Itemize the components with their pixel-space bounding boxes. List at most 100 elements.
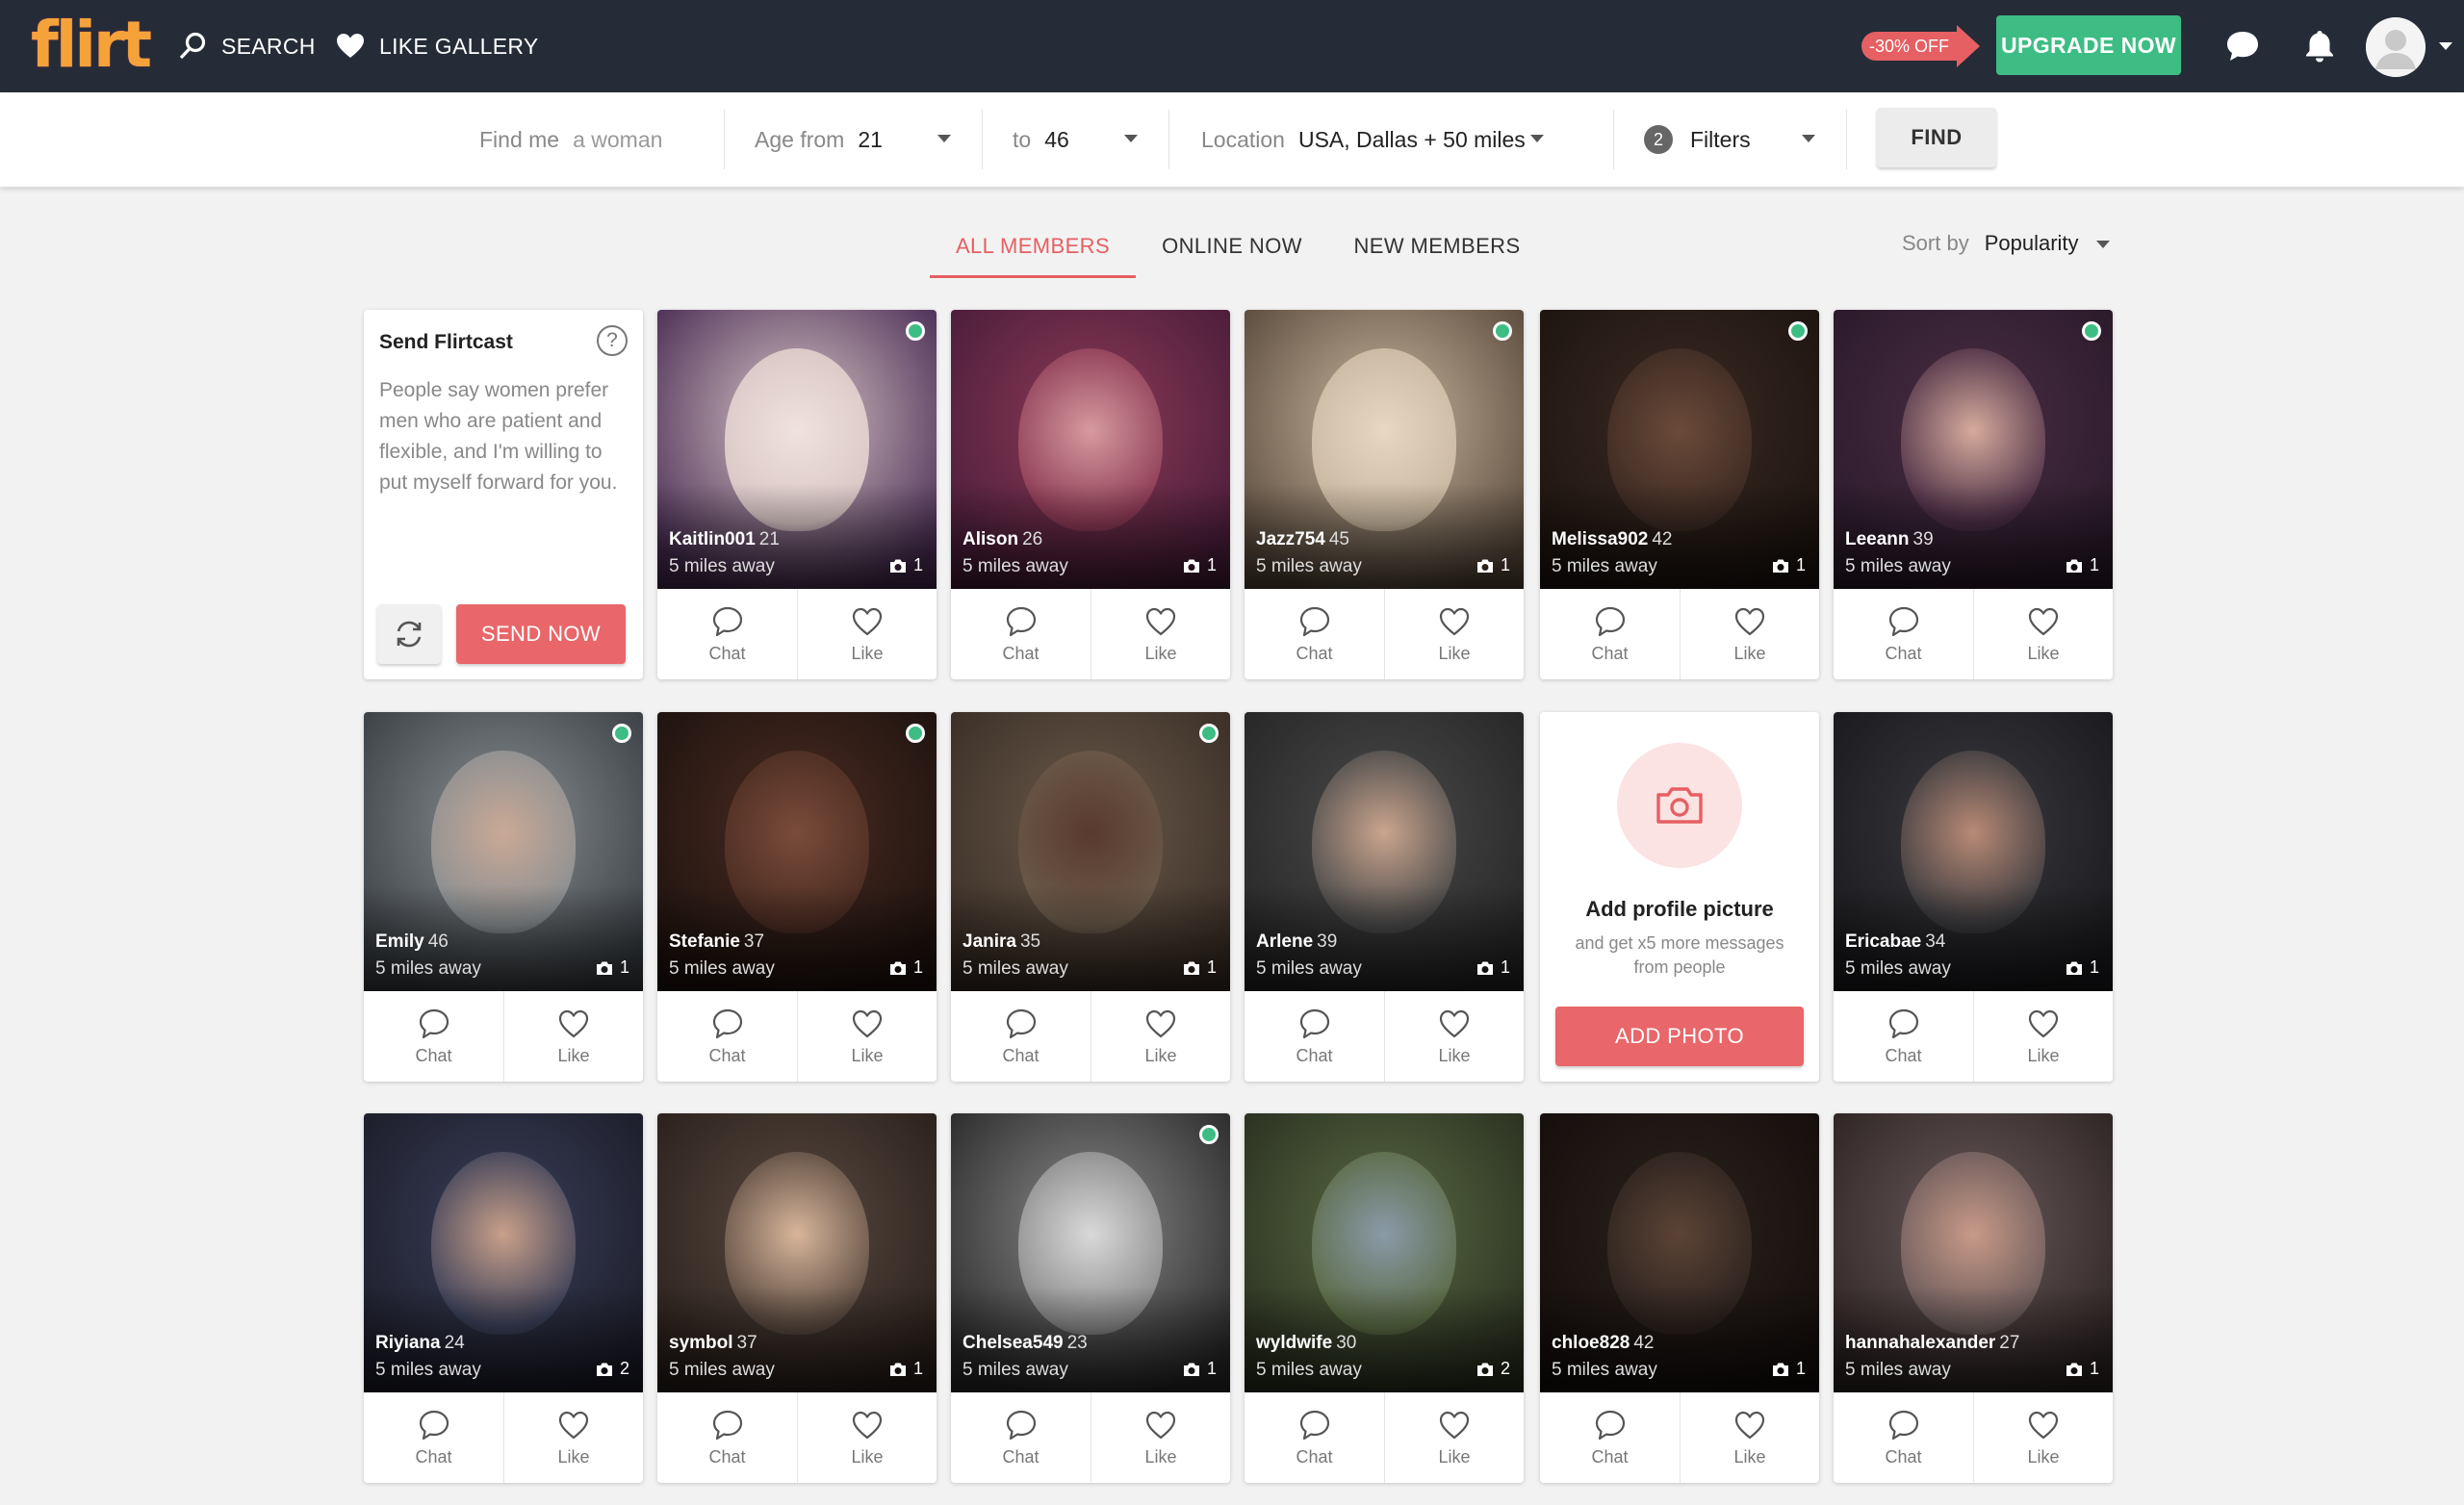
flirt-logo[interactable]: flirt xyxy=(31,12,152,79)
member-actions: Chat Like xyxy=(657,1392,937,1483)
member-photo[interactable]: Arlene 39 5 miles away 1 xyxy=(1245,712,1524,991)
help-icon[interactable]: ? xyxy=(597,325,628,356)
sort-control[interactable]: Sort by Popularity xyxy=(1902,231,2079,256)
age-from-caret-icon[interactable] xyxy=(937,135,951,142)
camera-icon xyxy=(1476,961,1493,975)
chat-button[interactable]: Chat xyxy=(364,991,503,1082)
member-distance: 5 miles away xyxy=(1845,958,1951,979)
member-name: Stefanie 37 xyxy=(669,931,764,953)
member-card: hannahalexander 27 5 miles away 1 Chat Like xyxy=(1834,1113,2113,1483)
account-menu-caret[interactable] xyxy=(2439,42,2452,50)
notifications-bell-icon[interactable] xyxy=(2300,27,2339,65)
member-photo[interactable]: Leeann 39 5 miles away 1 xyxy=(1834,310,2113,589)
photo-count-value: 1 xyxy=(912,555,923,574)
like-button[interactable]: Like xyxy=(797,1392,937,1483)
member-photo[interactable]: Jazz754 45 5 miles away 1 xyxy=(1245,310,1524,589)
like-button[interactable]: Like xyxy=(1973,991,2113,1082)
member-photo[interactable]: Janira 35 5 miles away 1 xyxy=(951,712,1230,991)
like-button[interactable]: Like xyxy=(1680,1392,1819,1483)
member-photo[interactable]: Riyiana 24 5 miles away 2 xyxy=(364,1113,643,1392)
member-name-text: hannahalexander xyxy=(1845,1333,1996,1353)
like-button[interactable]: Like xyxy=(1384,991,1524,1082)
location-caret-icon[interactable] xyxy=(1530,135,1544,142)
chat-button[interactable]: Chat xyxy=(951,589,1091,679)
add-photo-button[interactable]: ADD PHOTO xyxy=(1555,1007,1804,1066)
chat-button[interactable]: Chat xyxy=(364,1392,503,1483)
chat-button[interactable]: Chat xyxy=(1540,1392,1680,1483)
messages-icon[interactable] xyxy=(2223,27,2262,65)
chat-button[interactable]: Chat xyxy=(657,1392,797,1483)
like-button[interactable]: Like xyxy=(1091,1392,1230,1483)
like-button[interactable]: Like xyxy=(1091,991,1230,1082)
age-from-select[interactable]: Age from 21 xyxy=(755,92,883,187)
like-button[interactable]: Like xyxy=(1680,589,1819,679)
member-name: symbol 37 xyxy=(669,1333,757,1354)
chat-label: Chat xyxy=(1002,1045,1040,1065)
chat-button[interactable]: Chat xyxy=(1540,589,1680,679)
nav-like-gallery[interactable]: LIKE GALLERY xyxy=(335,27,539,65)
chat-button[interactable]: Chat xyxy=(1245,589,1384,679)
member-card: Kaitlin001 21 5 miles away 1 Chat Like xyxy=(657,310,937,679)
chat-bubble-icon xyxy=(1888,606,1918,636)
chat-button[interactable]: Chat xyxy=(657,589,797,679)
like-button[interactable]: Like xyxy=(503,1392,643,1483)
like-button[interactable]: Like xyxy=(1384,1392,1524,1483)
member-photo[interactable]: Alison 26 5 miles away 1 xyxy=(951,310,1230,589)
upgrade-now-button[interactable]: UPGRADE NOW xyxy=(1996,15,2181,75)
like-button[interactable]: Like xyxy=(503,991,643,1082)
sort-caret-icon[interactable] xyxy=(2096,241,2110,248)
active-tab-indicator xyxy=(930,275,1136,278)
age-to-select[interactable]: to 46 xyxy=(1013,92,1069,187)
member-photo[interactable]: Chelsea549 23 5 miles away 1 xyxy=(951,1113,1230,1392)
filters-dropdown[interactable]: 2 Filters xyxy=(1644,92,1751,187)
member-photo[interactable]: Melissa902 42 5 miles away 1 xyxy=(1540,310,1819,589)
like-button[interactable]: Like xyxy=(1091,589,1230,679)
photo-count: 1 xyxy=(2066,1359,2099,1379)
chat-button[interactable]: Chat xyxy=(1834,589,1973,679)
chat-button[interactable]: Chat xyxy=(1245,991,1384,1082)
member-photo[interactable]: Kaitlin001 21 5 miles away 1 xyxy=(657,310,937,589)
age-to-caret-icon[interactable] xyxy=(1124,135,1138,142)
refresh-message-button[interactable] xyxy=(377,604,441,664)
chat-button[interactable]: Chat xyxy=(1834,991,1973,1082)
find-button[interactable]: FIND xyxy=(1877,108,1996,167)
nav-search[interactable]: SEARCH xyxy=(177,27,316,65)
user-avatar[interactable] xyxy=(2366,17,2426,77)
chat-button[interactable]: Chat xyxy=(657,991,797,1082)
chat-button[interactable]: Chat xyxy=(951,991,1091,1082)
chat-button[interactable]: Chat xyxy=(1245,1392,1384,1483)
like-button[interactable]: Like xyxy=(1384,589,1524,679)
photo-count-value: 1 xyxy=(619,957,629,977)
tab-all-members[interactable]: ALL MEMBERS xyxy=(930,229,1136,277)
location-select[interactable]: Location USA, Dallas + 50 miles xyxy=(1201,92,1526,187)
member-photo[interactable]: chloe828 42 5 miles away 1 xyxy=(1540,1113,1819,1392)
chat-button[interactable]: Chat xyxy=(1834,1392,1973,1483)
like-label: Like xyxy=(1438,643,1471,663)
photo-count: 1 xyxy=(889,555,923,575)
like-label: Like xyxy=(2027,1045,2060,1065)
tab-online-now[interactable]: ONLINE NOW xyxy=(1155,229,1309,277)
member-photo[interactable]: hannahalexander 27 5 miles away 1 xyxy=(1834,1113,2113,1392)
member-photo[interactable]: wyldwife 30 5 miles away 2 xyxy=(1245,1113,1524,1392)
filters-caret-icon[interactable] xyxy=(1802,135,1815,142)
like-button[interactable]: Like xyxy=(797,991,937,1082)
member-photo[interactable]: Emily 46 5 miles away 1 xyxy=(364,712,643,991)
chat-button[interactable]: Chat xyxy=(951,1392,1091,1483)
chat-bubble-icon xyxy=(1299,1008,1329,1038)
member-photo[interactable]: symbol 37 5 miles away 1 xyxy=(657,1113,937,1392)
member-photo[interactable]: Ericabae 34 5 miles away 1 xyxy=(1834,712,2113,991)
member-name-text: Leeann xyxy=(1845,529,1910,549)
member-distance: 5 miles away xyxy=(1845,556,1951,576)
member-name: Emily 46 xyxy=(375,931,449,953)
like-button[interactable]: Like xyxy=(1973,589,2113,679)
member-photo[interactable]: Stefanie 37 5 miles away 1 xyxy=(657,712,937,991)
send-now-button[interactable]: SEND NOW xyxy=(456,604,626,664)
like-button[interactable]: Like xyxy=(1973,1392,2113,1483)
find-me-filter[interactable]: Find me a woman xyxy=(479,92,662,187)
member-actions: Chat Like xyxy=(1245,991,1524,1082)
like-button[interactable]: Like xyxy=(797,589,937,679)
add-photo-circle[interactable] xyxy=(1617,743,1742,868)
chat-label: Chat xyxy=(1296,1446,1333,1467)
tab-new-members[interactable]: NEW MEMBERS xyxy=(1348,229,1527,277)
discount-badge[interactable]: -30% OFF xyxy=(1861,25,1981,67)
